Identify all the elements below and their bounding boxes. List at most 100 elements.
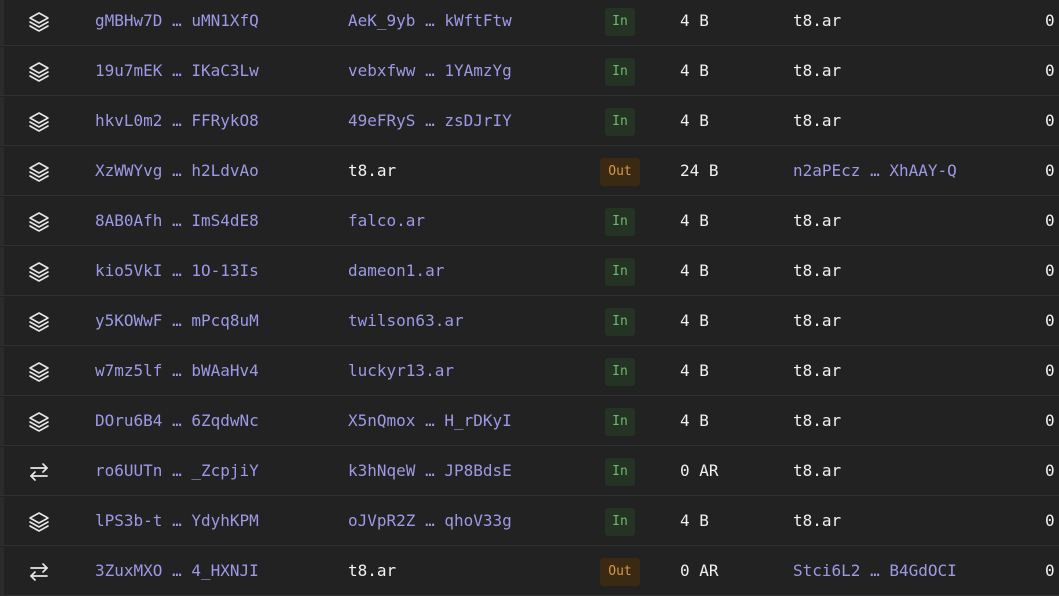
layers-icon xyxy=(27,360,51,384)
transaction-id-link[interactable]: gMBHw7D … uMN1XfQ xyxy=(95,0,259,45)
layers-icon xyxy=(27,260,51,284)
direction-cell: In xyxy=(600,47,635,95)
from-address[interactable]: k3hNqeW … JP8BdsE xyxy=(348,447,512,495)
size-value: 4 B xyxy=(680,61,709,80)
direction-cell: In xyxy=(600,0,635,45)
transfer-icon xyxy=(27,460,51,484)
direction-badge: In xyxy=(605,507,635,536)
transaction-id-link[interactable]: lPS3b-t … YdyhKPM xyxy=(95,497,259,545)
direction-badge: In xyxy=(605,407,635,436)
to-address[interactable]: n2aPEcz … XhAAY-Q xyxy=(793,147,957,195)
direction-cell: In xyxy=(600,97,635,145)
to-address: t8.ar xyxy=(793,61,842,80)
transaction-id-link[interactable]: XzWWYvg … h2LdvAo xyxy=(95,147,259,195)
table-row[interactable]: kio5VkI … 1O-13Is dameon1.ar In 4 B t8.ar 0 xyxy=(0,247,1059,296)
size-value: 4 B xyxy=(680,311,709,330)
table-row[interactable]: hkvL0m2 … FFRykO8 49eFRyS … zsDJrIY In 4 B t… xyxy=(0,97,1059,146)
transfer-icon xyxy=(27,560,51,584)
layers-icon xyxy=(27,60,51,84)
table-row[interactable]: 8AB0Afh … ImS4dE8 falco.ar In 4 B t8.ar 0 xyxy=(0,197,1059,246)
transactions-table: gMBHw7D … uMN1XfQ AeK_9yb … kWftFtw In 4 B t… xyxy=(0,0,1059,596)
direction-badge: In xyxy=(605,307,635,336)
row-edge xyxy=(0,147,4,195)
transaction-id-link[interactable]: DOru6B4 … 6ZqdwNc xyxy=(95,397,259,445)
direction-badge: In xyxy=(605,357,635,386)
to-address: t8.ar xyxy=(793,11,842,30)
trailing-value: 0 xyxy=(1045,561,1055,580)
direction-cell: In xyxy=(600,447,635,495)
row-edge xyxy=(0,397,4,445)
row-edge xyxy=(0,497,4,545)
from-address[interactable]: X5nQmox … H_rDKyI xyxy=(348,397,512,445)
to-address[interactable]: Stci6L2 … B4GdOCI xyxy=(793,547,957,595)
size-value: 0 AR xyxy=(680,461,719,480)
to-address: t8.ar xyxy=(793,261,842,280)
size-value: 4 B xyxy=(680,411,709,430)
to-address: t8.ar xyxy=(793,311,842,330)
table-row[interactable]: 19u7mEK … IKaC3Lw vebxfww … 1YAmzYg In 4 B t… xyxy=(0,47,1059,96)
from-address[interactable]: vebxfww … 1YAmzYg xyxy=(348,47,512,95)
row-edge xyxy=(0,47,4,95)
from-address[interactable]: luckyr13.ar xyxy=(348,347,454,395)
table-row[interactable]: lPS3b-t … YdyhKPM oJVpR2Z … qhoV33g In 4 B t… xyxy=(0,497,1059,546)
layers-icon xyxy=(27,110,51,134)
from-address[interactable]: twilson63.ar xyxy=(348,297,464,345)
direction-badge: In xyxy=(605,7,635,36)
direction-badge: In xyxy=(605,207,635,236)
transaction-id-link[interactable]: 3ZuxMXO … 4_HXNJI xyxy=(95,547,259,595)
layers-icon xyxy=(27,510,51,534)
direction-badge: In xyxy=(605,457,635,486)
to-address: t8.ar xyxy=(793,361,842,380)
trailing-value: 0 xyxy=(1045,211,1055,230)
from-address[interactable]: falco.ar xyxy=(348,197,425,245)
from-address[interactable]: AeK_9yb … kWftFtw xyxy=(348,0,512,45)
layers-icon xyxy=(27,210,51,234)
transaction-id-link[interactable]: 19u7mEK … IKaC3Lw xyxy=(95,47,259,95)
to-address: t8.ar xyxy=(793,461,842,480)
direction-cell: In xyxy=(600,347,635,395)
transaction-id-link[interactable]: 8AB0Afh … ImS4dE8 xyxy=(95,197,259,245)
from-address[interactable]: dameon1.ar xyxy=(348,247,444,295)
transaction-id-link[interactable]: kio5VkI … 1O-13Is xyxy=(95,247,259,295)
direction-cell: In xyxy=(600,397,635,445)
to-address: t8.ar xyxy=(793,411,842,430)
size-value: 4 B xyxy=(680,361,709,380)
size-value: 4 B xyxy=(680,11,709,30)
table-row[interactable]: ro6UUTn … _ZcpjiY k3hNqeW … JP8BdsE In 0 AR… xyxy=(0,447,1059,496)
row-edge xyxy=(0,547,4,595)
direction-cell: In xyxy=(600,247,635,295)
trailing-value: 0 xyxy=(1045,411,1055,430)
trailing-value: 0 xyxy=(1045,461,1055,480)
transaction-id-link[interactable]: w7mz5lf … bWAaHv4 xyxy=(95,347,259,395)
size-value: 4 B xyxy=(680,261,709,280)
direction-cell: In xyxy=(600,297,635,345)
direction-cell: In xyxy=(600,497,635,545)
layers-icon xyxy=(27,410,51,434)
layers-icon xyxy=(27,160,51,184)
table-row[interactable]: 3ZuxMXO … 4_HXNJI t8.ar Out 0 AR Stci6L2 … B… xyxy=(0,547,1059,596)
table-row[interactable]: XzWWYvg … h2LdvAo t8.ar Out 24 B n2aPEcz … X… xyxy=(0,147,1059,196)
trailing-value: 0 xyxy=(1045,311,1055,330)
from-address[interactable]: 49eFRyS … zsDJrIY xyxy=(348,97,512,145)
transaction-id-link[interactable]: hkvL0m2 … FFRykO8 xyxy=(95,97,259,145)
size-value: 0 AR xyxy=(680,561,719,580)
row-edge xyxy=(0,447,4,495)
trailing-value: 0 xyxy=(1045,111,1055,130)
table-row[interactable]: y5KOWwF … mPcq8uM twilson63.ar In 4 B t8.ar 0 xyxy=(0,297,1059,346)
direction-cell: Out xyxy=(600,547,640,595)
table-row[interactable]: DOru6B4 … 6ZqdwNc X5nQmox … H_rDKyI In 4 B t… xyxy=(0,397,1059,446)
direction-cell: In xyxy=(600,197,635,245)
from-address: t8.ar xyxy=(348,561,397,580)
direction-badge: In xyxy=(605,107,635,136)
row-edge xyxy=(0,247,4,295)
trailing-value: 0 xyxy=(1045,361,1055,380)
table-row[interactable]: gMBHw7D … uMN1XfQ AeK_9yb … kWftFtw In 4 B t… xyxy=(0,0,1059,46)
transaction-id-link[interactable]: y5KOWwF … mPcq8uM xyxy=(95,297,259,345)
transaction-id-link[interactable]: ro6UUTn … _ZcpjiY xyxy=(95,447,259,495)
row-edge xyxy=(0,197,4,245)
row-edge xyxy=(0,297,4,345)
table-row[interactable]: w7mz5lf … bWAaHv4 luckyr13.ar In 4 B t8.ar 0 xyxy=(0,347,1059,396)
from-address[interactable]: oJVpR2Z … qhoV33g xyxy=(348,497,512,545)
row-edge xyxy=(0,347,4,395)
size-value: 4 B xyxy=(680,211,709,230)
